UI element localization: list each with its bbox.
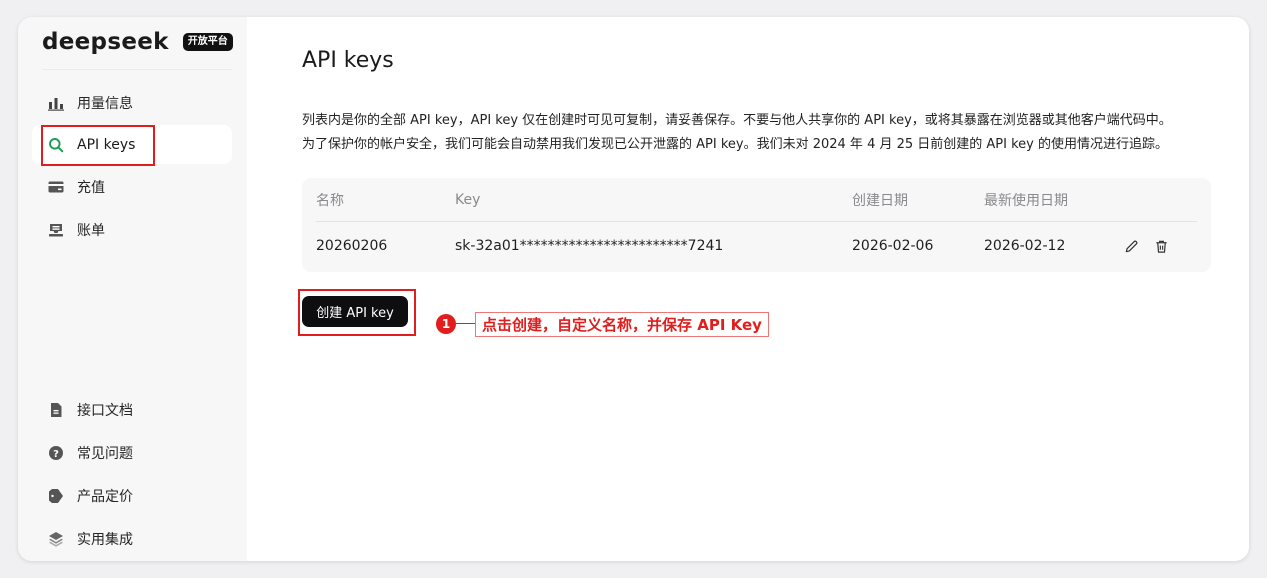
sidebar-item-docs[interactable]: 接口文档	[32, 390, 232, 429]
inbox-icon	[48, 222, 64, 238]
sidebar-item-label: 常见问题	[77, 445, 133, 462]
column-header-key: Key	[455, 191, 481, 208]
api-keys-table: 名称 Key 创建日期 最新使用日期 20260206 sk-32a01****…	[302, 178, 1211, 272]
sidebar-item-label: 产品定价	[77, 488, 133, 505]
card-icon	[48, 179, 64, 195]
edit-icon[interactable]	[1122, 237, 1140, 255]
last-used-date-cell: 2026-02-12	[984, 238, 1066, 254]
table-row: 20260206 sk-32a01***********************…	[316, 224, 1197, 268]
layers-icon	[48, 531, 64, 547]
brand[interactable]: deepseek 开放平台	[42, 29, 233, 55]
key-value-cell: sk-32a01************************7241	[455, 238, 724, 254]
page-description: 列表内是你的全部 API key，API key 仅在创建时可见可复制，请妥善保…	[302, 109, 1242, 157]
document-icon	[48, 402, 64, 418]
sidebar-item-billing[interactable]: 账单	[32, 210, 232, 249]
create-api-key-button[interactable]: 创建 API key	[302, 296, 408, 327]
sidebar-item-integrations[interactable]: 实用集成	[32, 519, 232, 558]
app-window: deepseek 开放平台 用量信息 API keys 充值 账单 接口文档 ?…	[18, 17, 1249, 561]
sidebar-item-label: 账单	[77, 222, 105, 239]
search-icon	[48, 137, 64, 153]
main-content: API keys 列表内是你的全部 API key，API key 仅在创建时可…	[247, 17, 1249, 561]
question-icon: ?	[48, 445, 64, 461]
sidebar-item-pricing[interactable]: 产品定价	[32, 476, 232, 515]
created-date-cell: 2026-02-06	[852, 238, 934, 254]
column-header-name: 名称	[316, 192, 344, 209]
brand-logo: deepseek	[42, 29, 169, 55]
sidebar-item-recharge[interactable]: 充值	[32, 167, 232, 206]
key-name-cell: 20260206	[316, 238, 388, 254]
sidebar-item-usage[interactable]: 用量信息	[32, 83, 232, 122]
description-line: 为了保护你的帐户安全，我们可能会自动禁用我们发现已公开泄露的 API key。我…	[302, 137, 1168, 152]
sidebar: deepseek 开放平台 用量信息 API keys 充值 账单 接口文档 ?…	[18, 17, 247, 561]
column-header-created: 创建日期	[852, 192, 908, 209]
page-title: API keys	[302, 48, 394, 73]
sidebar-item-faq[interactable]: ? 常见问题	[32, 433, 232, 472]
platform-badge: 开放平台	[182, 33, 233, 51]
sidebar-item-label: API keys	[77, 136, 136, 153]
tag-icon	[48, 488, 64, 504]
bar-chart-icon	[48, 95, 64, 111]
divider	[42, 69, 232, 70]
table-header: 名称 Key 创建日期 最新使用日期	[316, 178, 1197, 222]
svg-text:?: ?	[53, 449, 59, 460]
sidebar-item-label: 用量信息	[77, 95, 133, 112]
callout-connector	[456, 323, 475, 324]
sidebar-item-label: 充值	[77, 179, 105, 196]
sidebar-item-label: 实用集成	[77, 531, 133, 548]
callout-number-badge: 1	[436, 314, 456, 334]
description-line: 列表内是你的全部 API key，API key 仅在创建时可见可复制，请妥善保…	[302, 113, 1172, 128]
sidebar-item-api-keys[interactable]: API keys	[32, 125, 232, 164]
callout-label: 点击创建，自定义名称，并保存 API Key	[475, 312, 769, 337]
column-header-last-used: 最新使用日期	[984, 192, 1068, 209]
trash-icon[interactable]	[1152, 237, 1170, 255]
row-actions	[1122, 237, 1170, 255]
sidebar-item-label: 接口文档	[77, 402, 133, 419]
